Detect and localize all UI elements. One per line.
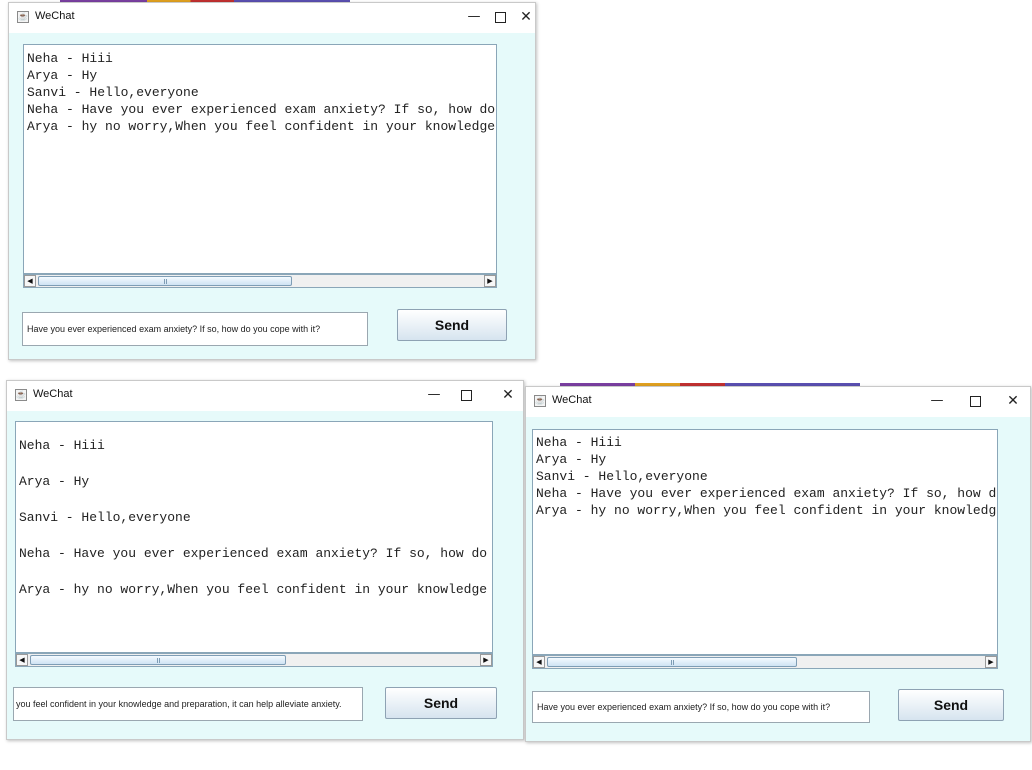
chat-message: Neha - Have you ever experienced exam an… xyxy=(19,546,488,561)
chat-message: Arya - hy no worry,When you feel confide… xyxy=(536,503,998,518)
chat-message: Arya - hy no worry,When you feel confide… xyxy=(19,582,488,597)
maximize-button[interactable] xyxy=(453,384,479,406)
scroll-right-arrow-icon[interactable]: ▶ xyxy=(985,656,997,668)
chat-message: Sanvi - Hello,everyone xyxy=(19,510,191,525)
message-input[interactable]: you feel confident in your knowledge and… xyxy=(13,687,363,721)
scroll-right-arrow-icon[interactable]: ▶ xyxy=(484,275,496,287)
chat-message: Neha - Hiii xyxy=(19,438,105,453)
chat-message: Arya - Hy xyxy=(536,452,607,467)
close-button[interactable]: ✕ xyxy=(1000,390,1026,412)
minimize-button[interactable]: — xyxy=(421,384,447,406)
wechat-window-3: ☕ WeChat — ✕ Neha - Hiii Arya - Hy Sanvi… xyxy=(525,386,1031,742)
minimize-button[interactable]: — xyxy=(461,6,487,28)
wechat-window-1: ☕ WeChat — ✕ Neha - Hiii Arya - Hy Sanvi… xyxy=(8,2,536,360)
close-button[interactable]: ✕ xyxy=(513,6,539,28)
horizontal-scrollbar[interactable]: ◀ ▶ xyxy=(532,655,998,669)
message-input[interactable]: Have you ever experienced exam anxiety? … xyxy=(22,312,368,346)
chat-message: Sanvi - Hello,everyone xyxy=(27,85,199,100)
wechat-window-2: ☕ WeChat — ✕ Neha - Hiii Arya - Hy Sanvi… xyxy=(6,380,524,740)
chat-message: Neha - Hiii xyxy=(27,51,113,66)
scroll-right-arrow-icon[interactable]: ▶ xyxy=(480,654,492,666)
chat-message: Neha - Have you ever experienced exam an… xyxy=(27,102,496,117)
close-button[interactable]: ✕ xyxy=(495,384,521,406)
scrollbar-thumb[interactable] xyxy=(38,276,292,286)
maximize-icon xyxy=(494,11,506,23)
send-button[interactable]: Send xyxy=(385,687,497,719)
window-title: WeChat xyxy=(35,10,75,22)
scroll-left-arrow-icon[interactable]: ◀ xyxy=(16,654,28,666)
minimize-button[interactable]: — xyxy=(924,390,950,412)
scrollbar-thumb[interactable] xyxy=(30,655,286,665)
title-bar[interactable]: ☕ WeChat — ✕ xyxy=(7,381,523,411)
chat-message: Arya - Hy xyxy=(19,474,90,489)
window-title: WeChat xyxy=(552,394,592,406)
chat-history[interactable]: Neha - Hiii Arya - Hy Sanvi - Hello,ever… xyxy=(532,429,998,655)
maximize-icon xyxy=(969,395,981,407)
scroll-left-arrow-icon[interactable]: ◀ xyxy=(533,656,545,668)
horizontal-scrollbar[interactable]: ◀ ▶ xyxy=(15,653,493,667)
java-cup-icon: ☕ xyxy=(15,389,27,401)
maximize-icon xyxy=(460,389,472,401)
send-button[interactable]: Send xyxy=(397,309,507,341)
maximize-button[interactable] xyxy=(962,390,988,412)
chat-message: Arya - Hy xyxy=(27,68,98,83)
send-button[interactable]: Send xyxy=(898,689,1004,721)
scrollbar-thumb[interactable] xyxy=(547,657,797,667)
java-cup-icon: ☕ xyxy=(534,395,546,407)
chat-history[interactable]: Neha - Hiii Arya - Hy Sanvi - Hello,ever… xyxy=(15,421,493,653)
title-bar[interactable]: ☕ WeChat — ✕ xyxy=(9,3,535,33)
chat-history[interactable]: Neha - Hiii Arya - Hy Sanvi - Hello,ever… xyxy=(23,44,497,274)
chat-message: Neha - Have you ever experienced exam an… xyxy=(536,486,998,501)
chat-message: Arya - hy no worry,When you feel confide… xyxy=(27,119,496,134)
horizontal-scrollbar[interactable]: ◀ ▶ xyxy=(23,274,497,288)
java-cup-icon: ☕ xyxy=(17,11,29,23)
title-bar[interactable]: ☕ WeChat — ✕ xyxy=(526,387,1030,417)
scroll-left-arrow-icon[interactable]: ◀ xyxy=(24,275,36,287)
message-input[interactable]: Have you ever experienced exam anxiety? … xyxy=(532,691,870,723)
chat-message: Sanvi - Hello,everyone xyxy=(536,469,708,484)
window-title: WeChat xyxy=(33,388,73,400)
maximize-button[interactable] xyxy=(487,6,513,28)
chat-message: Neha - Hiii xyxy=(536,435,622,450)
